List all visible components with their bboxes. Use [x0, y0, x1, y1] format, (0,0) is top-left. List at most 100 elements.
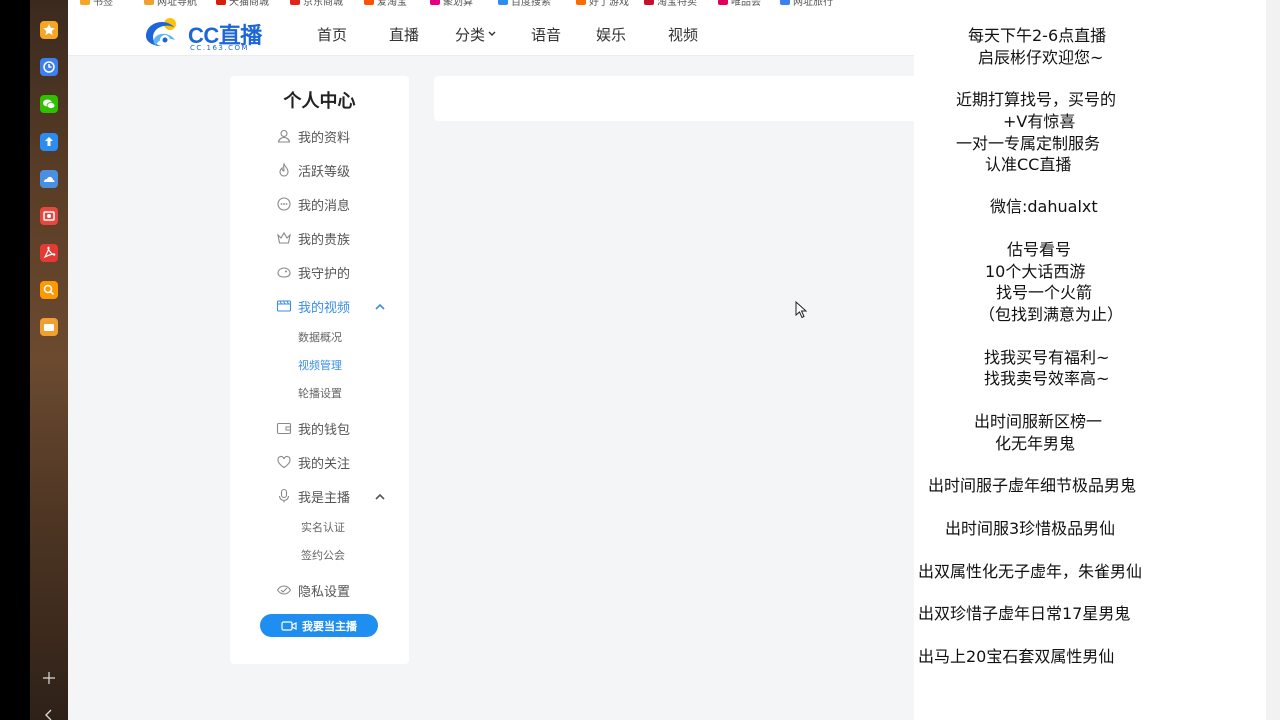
overlay-text-line: 启辰彬仔欢迎您~ [978, 48, 1104, 67]
sidebar-item-privacy[interactable]: 隐私设置 [276, 580, 350, 600]
sidebar-title: 个人中心 [283, 91, 356, 112]
sidebar-item-guarded[interactable]: 我守护的 [276, 262, 350, 282]
bookmark-item[interactable]: 聚划算 [430, 0, 473, 8]
overlay-text-line: 出时间服3珍惜极品男仙 [945, 519, 1116, 538]
sidebar-item-my-videos[interactable]: 我的视频 [276, 296, 350, 316]
sidebar-item-label: 我守护的 [298, 266, 351, 282]
sidebar-item-label: 我的关注 [298, 456, 351, 472]
nav-voice[interactable]: 语音 [531, 24, 561, 45]
bookmark-item[interactable]: 唯品会 [718, 0, 761, 8]
sidebar-item-activity-level[interactable]: 活跃等级 [276, 160, 350, 180]
bookmark-icon [80, 0, 90, 5]
bookmark-item[interactable]: 网址旅行 [780, 0, 833, 8]
chevron-down-icon [488, 31, 496, 36]
bookmark-item[interactable]: 好了游戏 [576, 0, 629, 8]
camera-icon [281, 620, 297, 631]
mouse-cursor-icon [795, 301, 808, 319]
sub-item-real-name-auth[interactable]: 实名认证 [301, 519, 345, 535]
bookmark-item[interactable]: 淘宝特卖 [644, 0, 697, 8]
bookmark-label: 淘宝特卖 [657, 0, 697, 8]
clock-icon[interactable] [40, 58, 58, 76]
privacy-icon [276, 582, 292, 598]
bookmark-label: 百度搜索 [511, 0, 551, 8]
sidebar-item-label: 我的消息 [298, 198, 351, 214]
guard-icon [276, 264, 292, 280]
cloud-icon[interactable] [40, 170, 58, 188]
pdf-icon[interactable] [40, 244, 58, 262]
bookmark-icon [290, 0, 300, 5]
screenshot-icon[interactable] [40, 207, 58, 225]
sidebar-item-following[interactable]: 我的关注 [276, 452, 350, 472]
content-panel [434, 76, 914, 121]
bookmark-item[interactable]: 天猫商城 [216, 0, 269, 8]
sidebar-item-messages[interactable]: 我的消息 [276, 194, 350, 214]
bookmark-item[interactable]: 网址导航 [144, 0, 197, 8]
sidebar-item-label: 我的钱包 [298, 422, 351, 438]
nav-entertainment[interactable]: 娱乐 [596, 24, 626, 45]
sidebar-item-label: 活跃等级 [298, 164, 351, 180]
bookmark-label: 爱淘宝 [377, 0, 407, 8]
chevron-up-icon[interactable] [374, 302, 386, 312]
chevron-up-icon[interactable] [374, 492, 386, 502]
overlay-text-line: 化无年男鬼 [995, 434, 1076, 453]
collapse-arrow-icon[interactable] [41, 706, 57, 720]
cc-logo-icon [146, 18, 176, 46]
overlay-text-line: 找号一个火箭 [996, 283, 1093, 302]
search-app-icon[interactable] [40, 281, 58, 299]
stream-overlay-panel: 每天下午2-6点直播 启辰彬仔欢迎您~ 近期打算找号，买号的 +V有惊喜 一对一专属定制… [914, 0, 1266, 720]
nav-category[interactable]: 分类 [455, 24, 496, 45]
become-anchor-button[interactable]: 我要当主播 [260, 614, 378, 637]
overlay-text-line: 出时间服子虚年细节极品男鬼 [928, 476, 1137, 495]
bookmark-label: 好了游戏 [589, 0, 629, 8]
bookmark-icon [216, 0, 226, 5]
wechat-icon[interactable] [40, 95, 58, 113]
bookmark-item[interactable]: 爱淘宝 [364, 0, 407, 8]
bookmark-item[interactable]: 京东商城 [290, 0, 343, 8]
nav-video[interactable]: 视频 [668, 24, 698, 45]
bookmark-label: 京东商城 [303, 0, 343, 8]
sidebar-item-label: 我的资料 [298, 130, 351, 146]
bookmark-item[interactable]: 书签 [80, 0, 113, 8]
bookmark-label: 网址导航 [157, 0, 197, 8]
sub-item-data-overview[interactable]: 数据概况 [298, 329, 342, 345]
sub-item-video-management[interactable]: 视频管理 [298, 357, 342, 373]
bookmark-item[interactable]: 百度搜索 [498, 0, 551, 8]
bookmark-icon [718, 0, 728, 5]
cc-logo[interactable]: CC直播 CC.163.COM [140, 14, 272, 54]
logo-subtext: CC.163.COM [190, 44, 250, 52]
bookmark-label: 聚划算 [443, 0, 473, 8]
flame-icon [276, 162, 292, 178]
bookmarks-bar: 书签 网址导航 天猫商城 京东商城 爱淘宝 聚划算 百度搜索 好了游戏 淘宝特卖 唯品会 网址旅行 [68, 0, 914, 10]
sidebar-item-wallet[interactable]: 我的钱包 [276, 418, 350, 438]
bookmark-label: 天猫商城 [229, 0, 269, 8]
bookmark-icon [780, 0, 790, 5]
overlay-text-line: 出马上20宝石套双属性男仙 [918, 647, 1115, 666]
favorites-icon[interactable] [40, 21, 58, 39]
sub-item-carousel-settings[interactable]: 轮播设置 [298, 385, 342, 401]
overlay-text-line: 近期打算找号，买号的 [956, 90, 1117, 109]
bookmark-icon [430, 0, 440, 5]
screen-edge [0, 0, 30, 720]
sidebar-item-label: 我是主播 [298, 490, 351, 506]
bookmark-icon [364, 0, 374, 5]
upload-icon[interactable] [40, 133, 58, 151]
mic-icon [276, 488, 292, 504]
nav-live[interactable]: 直播 [389, 24, 419, 45]
sidebar-item-label: 我的视频 [298, 300, 351, 316]
overlay-text-line: 微信:dahualxt [990, 197, 1098, 216]
folder-app-icon[interactable] [40, 318, 58, 336]
sub-item-sign-guild[interactable]: 签约公会 [301, 547, 345, 563]
app-dock [30, 0, 68, 720]
sidebar-item-label: 隐私设置 [298, 584, 351, 600]
add-icon[interactable] [41, 670, 57, 686]
overlay-text-line: （包找到满意为止） [979, 305, 1124, 324]
sidebar-item-label: 我的贵族 [298, 232, 351, 248]
overlay-text-line: 出双属性化无子虚年，朱雀男仙 [918, 562, 1143, 581]
become-anchor-label: 我要当主播 [302, 619, 357, 633]
sidebar-item-anchor[interactable]: 我是主播 [276, 486, 350, 506]
overlay-text-line: 出双珍惜子虚年日常17星男鬼 [918, 604, 1131, 623]
nav-home[interactable]: 首页 [317, 24, 347, 45]
sidebar-item-nobility[interactable]: 我的贵族 [276, 228, 350, 248]
sidebar-item-profile[interactable]: 我的资料 [276, 126, 350, 146]
user-icon [276, 128, 292, 144]
